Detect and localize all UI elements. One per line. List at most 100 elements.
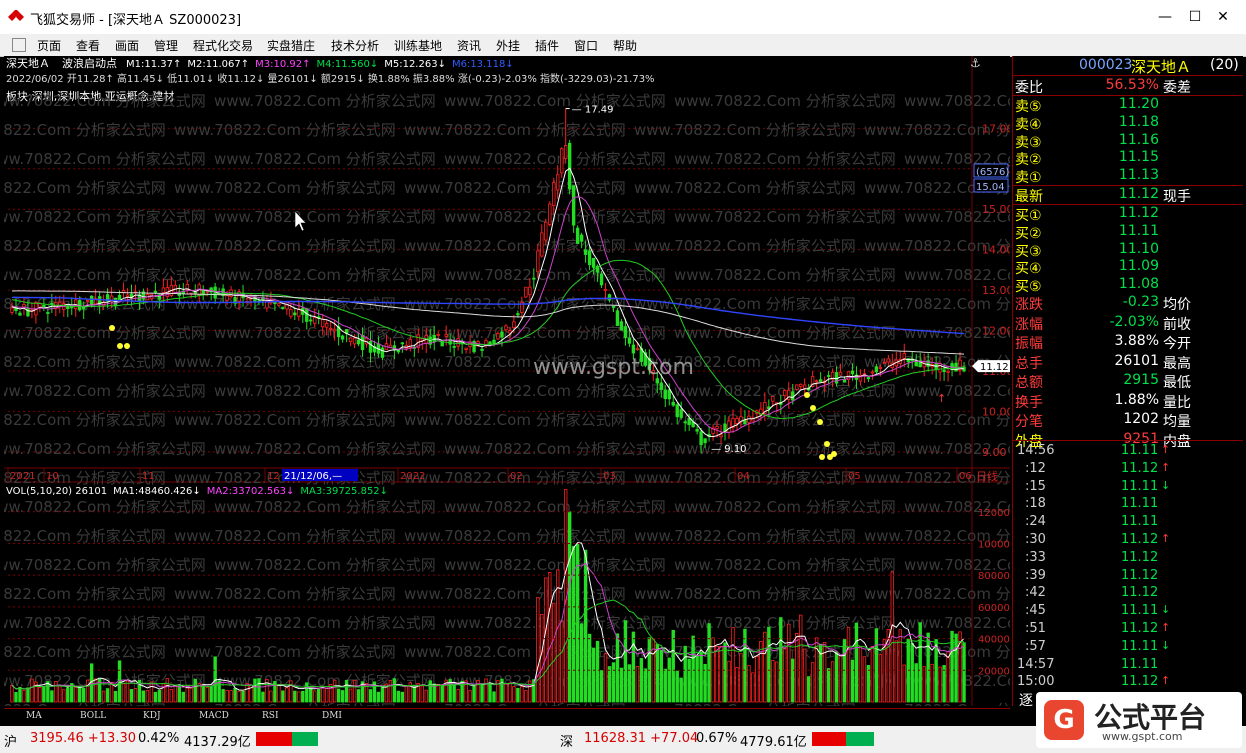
watermark-text: www.70822.Com 分析家公式网: [674, 614, 896, 632]
volume-bar: [145, 689, 150, 703]
volume-bar: [954, 633, 958, 703]
ma-value-2: M2:11.067↑: [187, 59, 249, 70]
tick-row: 14:56 11.11 ↑: [1013, 443, 1243, 461]
tick-row: :33 11.12: [1013, 550, 1243, 568]
volume-bar: [508, 682, 512, 703]
watermark-text: www.70822.Com 分析家公式网: [404, 411, 626, 429]
volume-bar: [113, 690, 118, 703]
tick-time: 14:57: [1017, 656, 1055, 672]
menu-view[interactable]: 查看: [76, 37, 100, 54]
volume-bar: [400, 691, 405, 703]
volume-bar: [834, 651, 839, 703]
kline-chart-panel[interactable]: 深天地Ａ 波浪启动点 M1:11.37↑ M2:11.067↑ M3:10.92↑ M…: [0, 56, 1126, 748]
close-button[interactable]: ✕: [1208, 6, 1238, 28]
watermark-text: www.70822.Com 分析家公式网: [174, 179, 396, 197]
document-icon[interactable]: [12, 38, 26, 52]
volume-bar: [229, 690, 233, 703]
tab-kdj[interactable]: KDJ: [143, 711, 161, 721]
volume-bar: [747, 665, 751, 703]
tick-price: 11.12: [1121, 549, 1159, 565]
stock-code: 000023: [1079, 57, 1133, 73]
candle-down: [193, 291, 197, 294]
watermark-text: www.70822.Com 分析家公式网: [4, 440, 206, 458]
candle-down: [305, 308, 309, 322]
candle-up: [10, 307, 14, 313]
tick-price: 11.12: [1121, 567, 1159, 583]
tab-ma[interactable]: MA: [26, 711, 42, 721]
stat-row-7-label2: 均量: [1163, 414, 1191, 430]
candle-down: [293, 312, 297, 316]
maximize-button[interactable]: ☐: [1180, 6, 1210, 28]
kline-chart[interactable]: 深天地Ａ 波浪启动点 M1:11.37↑ M2:11.067↑ M3:10.92↑ M…: [0, 56, 1126, 748]
volume-bar: [962, 642, 966, 703]
volume-bar: [663, 668, 667, 703]
menu-screen[interactable]: 画面: [115, 37, 139, 54]
sell-level-5: 卖⑤ 11.20: [1013, 96, 1243, 115]
volume-bar: [380, 687, 385, 703]
sell-level-4-value: 11.18: [1118, 113, 1159, 130]
watermark-text: www.70822.Com 分析家公式网: [214, 614, 436, 632]
candle-down: [273, 301, 277, 305]
menu-bar: 页面 查看 画面 管理 程式化交易 实盘猎庄 技术分析 训练基地 资讯 外挂 插…: [0, 34, 1246, 57]
watermark-text: www.70822.Com 分析家公式网: [214, 266, 436, 284]
signal-dot: [810, 405, 816, 411]
menu-plugin-ext[interactable]: 外挂: [496, 37, 520, 54]
candle-up: [556, 174, 560, 191]
volume-bar: [30, 678, 34, 703]
stat-row-3-value: 3.88%: [1114, 333, 1159, 349]
tick-row: :57 11.11 ↓: [1013, 639, 1243, 657]
candle-up: [878, 367, 883, 369]
candle-down: [480, 348, 484, 351]
tick-time: :51: [1025, 621, 1046, 636]
volume-bar: [185, 685, 189, 703]
menu-training[interactable]: 训练基地: [394, 37, 442, 54]
volume-bar: [870, 646, 875, 703]
menu-info[interactable]: 资讯: [457, 37, 481, 54]
volume-bar: [655, 643, 659, 703]
price-tick-label: 10.00: [982, 405, 1010, 418]
watermark-text: www.70822.Com 分析家公式网: [4, 92, 206, 110]
menu-page[interactable]: 页面: [37, 37, 61, 54]
volume-bar: [520, 686, 524, 703]
volume-bar: [149, 681, 154, 703]
candle-down: [619, 321, 624, 331]
volume-bar: [105, 688, 110, 703]
volume-bar: [579, 623, 584, 703]
tab-boll[interactable]: BOLL: [80, 711, 106, 721]
candle-down: [607, 294, 612, 301]
tick-tab-label[interactable]: 逐: [1019, 690, 1033, 710]
period-label: 日线: [976, 469, 998, 483]
tab-macd[interactable]: MACD: [199, 711, 229, 721]
menu-help[interactable]: 帮助: [613, 37, 637, 54]
date-tick-label: 2021: [10, 471, 35, 482]
candle-up: [603, 289, 608, 291]
tick-price: 11.12: [1121, 532, 1159, 547]
watermark-text: www.70822.Com 分析家公式网: [444, 92, 666, 110]
volume-bar: [157, 689, 162, 703]
minimize-button[interactable]: —: [1150, 6, 1180, 28]
tab-dmi[interactable]: DMI: [322, 711, 342, 721]
weicha-label: 委差: [1163, 80, 1191, 96]
date-tick-label: 12: [267, 471, 280, 482]
tab-rsi[interactable]: RSI: [262, 711, 279, 721]
tick-price: 11.12: [1121, 674, 1159, 690]
menu-live-hunter[interactable]: 实盘猎庄: [267, 37, 315, 54]
candle-down: [46, 312, 50, 314]
volume-bar: [281, 690, 285, 703]
volume-bar: [739, 653, 743, 703]
watermark-text: www.70822.Com 分析家公式网: [904, 266, 1010, 284]
price-tick-label: 17.00: [982, 122, 1010, 135]
tick-arrow-icon: ↑: [1161, 443, 1171, 456]
volume-bar: [440, 684, 444, 703]
ma-value-4: M4:11.560↓: [316, 59, 378, 70]
candle-up: [886, 358, 891, 363]
volume-bar: [189, 687, 193, 703]
candle-down: [679, 409, 683, 418]
menu-program-trading[interactable]: 程式化交易: [193, 37, 253, 54]
menu-window[interactable]: 窗口: [574, 37, 598, 54]
menu-manage[interactable]: 管理: [154, 37, 178, 54]
menu-plugins[interactable]: 插件: [535, 37, 559, 54]
menu-tech-analysis[interactable]: 技术分析: [331, 37, 379, 54]
volume-bar: [324, 687, 329, 703]
candle-up: [332, 328, 337, 332]
